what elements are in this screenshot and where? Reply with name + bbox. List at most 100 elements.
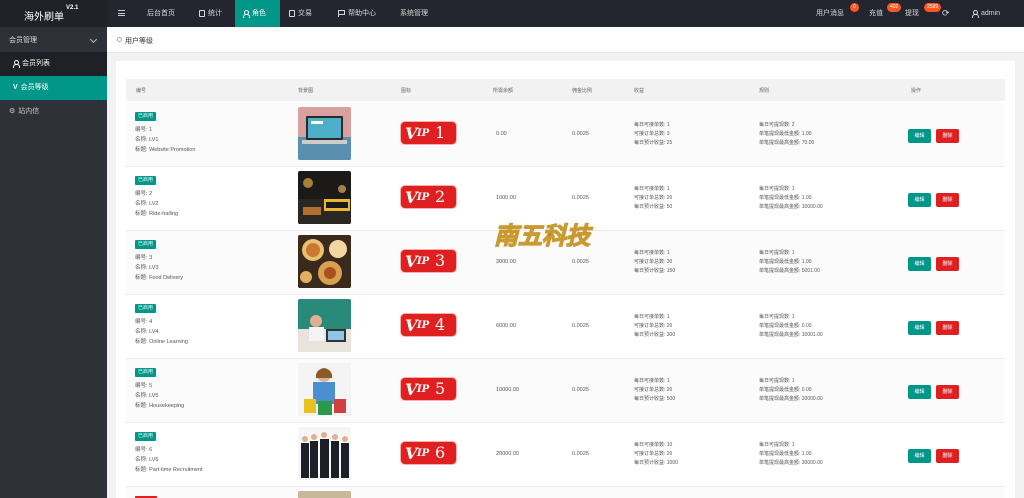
nav-home[interactable]: 后台首页 xyxy=(147,0,175,27)
income-daily-orders: 每日可接单数: 1 xyxy=(634,122,670,128)
edit-button[interactable]: 编辑 xyxy=(908,129,931,143)
row-id: 编号: 1 xyxy=(135,127,153,133)
sidebar-item-label: 站内信 xyxy=(18,108,40,115)
status-badge: 已启用 xyxy=(135,176,157,185)
delete-button[interactable]: 删除 xyxy=(936,193,959,207)
edit-button[interactable]: 编辑 xyxy=(908,257,931,271)
rule-daily-withdrawals: 每日可提现数: 1 xyxy=(759,250,795,256)
row-id: 编号: 5 xyxy=(135,383,153,389)
nav-system[interactable]: 系统管理 xyxy=(400,0,428,27)
rule-daily-withdrawals: 每日可提现数: 1 xyxy=(759,442,795,448)
income-daily-estimate: 每日预计收益: 300 xyxy=(634,332,676,338)
table-row: 已启用 编号: 4 名称: LV4 标题: Online Learning VI… xyxy=(126,295,1005,359)
delete-button[interactable]: 删除 xyxy=(936,385,959,399)
edit-button[interactable]: 编辑 xyxy=(908,385,931,399)
brand: 海外刷单 V2.1 xyxy=(0,0,107,27)
role-icon xyxy=(243,9,250,18)
status-badge: 已启用 xyxy=(135,432,157,441)
nav-messages[interactable]: 用户消息 xyxy=(816,0,844,27)
income-total-orders: 可接订单总数: 20 xyxy=(634,323,673,329)
background-thumbnail xyxy=(298,363,351,416)
commission-rate: 0.0025 xyxy=(572,323,589,329)
rule-daily-withdrawals: 每日可提现数: 1 xyxy=(759,186,795,192)
rule-daily-withdrawals: 每日可提现数: 1 xyxy=(759,378,795,384)
th-income: 收益 xyxy=(634,88,645,94)
nav-trade[interactable]: 交易 xyxy=(289,0,312,27)
trade-icon xyxy=(289,9,295,17)
income-daily-estimate: 每日预计收益: 1000 xyxy=(634,460,678,466)
row-id: 编号: 2 xyxy=(135,191,153,197)
income-daily-estimate: 每日预计收益: 25 xyxy=(634,140,673,146)
user-name: admin xyxy=(981,10,1001,17)
home-icon[interactable] xyxy=(117,37,122,42)
sidebar-group-members[interactable]: 会员管理 xyxy=(0,30,107,52)
required-balance: 3000.00 xyxy=(496,259,516,265)
th-rules: 规则 xyxy=(759,88,770,94)
income-daily-orders: 每日可接单数: 1 xyxy=(634,250,670,256)
row-title: 标题: Ride-hailing xyxy=(135,211,179,217)
level-table-panel: 编号 背景图 图标 所需余额 佣金比例 收益 规则 操作 已启用 编号: 1 名… xyxy=(116,61,1015,498)
background-thumbnail xyxy=(298,491,351,498)
th-actions: 操作 xyxy=(911,88,922,94)
row-name: 名称: LV3 xyxy=(135,265,159,271)
table-row xyxy=(126,487,1005,498)
income-daily-estimate: 每日预计收益: 50 xyxy=(634,204,673,210)
user-icon xyxy=(13,59,20,68)
edit-button[interactable]: 编辑 xyxy=(908,321,931,335)
vip-icon: V xyxy=(13,84,18,91)
background-thumbnail xyxy=(298,299,351,352)
income-total-orders: 可接订单总数: 3 xyxy=(634,131,670,137)
required-balance: 10000.00 xyxy=(496,387,519,393)
breadcrumb-current: 用户等级 xyxy=(125,38,153,45)
required-balance: 1000.00 xyxy=(496,195,516,201)
status-badge: 已启用 xyxy=(135,240,157,249)
vip-icon: V IP 6 xyxy=(401,442,456,464)
commission-rate: 0.0025 xyxy=(572,451,589,457)
income-daily-estimate: 每日预计收益: 500 xyxy=(634,396,676,402)
nav-role[interactable]: 角色 xyxy=(235,0,280,27)
sidebar-item-member-level[interactable]: V 会员等级 xyxy=(0,76,107,100)
delete-button[interactable]: 删除 xyxy=(936,257,959,271)
table-row: 已启用 编号: 5 名称: LV5 标题: Housekeeping V IP 5 … xyxy=(126,359,1005,423)
background-thumbnail xyxy=(298,107,351,160)
vip-icon: V IP 1 xyxy=(401,122,456,144)
income-daily-orders: 每日可接单数: 10 xyxy=(634,442,673,448)
row-title: 标题: Housekeeping xyxy=(135,403,185,409)
breadcrumb: 用户等级 xyxy=(107,27,1024,53)
delete-button[interactable]: 删除 xyxy=(936,321,959,335)
nav-recharge[interactable]: 充值 xyxy=(869,0,883,27)
user-menu[interactable]: admin xyxy=(972,0,1000,27)
refresh-icon[interactable]: ⟳ xyxy=(942,0,950,27)
rule-min-withdraw: 单笔提现最低金额: 1.00 xyxy=(759,451,812,457)
watermark-logo: 南五科技 xyxy=(493,220,593,250)
table-row: 已启用 编号: 1 名称: LV1 标题: Website Promotion … xyxy=(126,103,1005,167)
rule-max-withdraw: 单笔提现最高金额: 20000.00 xyxy=(759,396,823,402)
background-thumbnail xyxy=(298,171,351,224)
edit-button[interactable]: 编辑 xyxy=(908,193,931,207)
nav-recharge-label: 充值 xyxy=(869,10,883,17)
nav-system-label: 系统管理 xyxy=(400,10,428,17)
delete-button[interactable]: 删除 xyxy=(936,449,959,463)
sidebar-item-inbox[interactable]: ⚙ 站内信 xyxy=(0,100,107,124)
stats-icon xyxy=(199,9,205,17)
income-total-orders: 可接订单总数: 20 xyxy=(634,195,673,201)
row-title: 标题: Food Delivery xyxy=(135,275,183,281)
menu-toggle-icon[interactable] xyxy=(118,0,125,27)
nav-stats[interactable]: 统计 xyxy=(199,0,222,27)
income-daily-estimate: 每日预计收益: 150 xyxy=(634,268,676,274)
vip-icon: V IP 5 xyxy=(401,378,456,400)
edit-button[interactable]: 编辑 xyxy=(908,449,931,463)
row-name: 名称: LV2 xyxy=(135,201,159,207)
sidebar-item-member-list[interactable]: 会员列表 xyxy=(0,52,107,76)
row-title: 标题: Website Promotion xyxy=(135,147,196,153)
row-id: 编号: 6 xyxy=(135,447,153,453)
flag-icon xyxy=(338,9,345,17)
brand-name: 海外刷单 xyxy=(24,12,64,23)
th-id: 编号 xyxy=(136,88,147,94)
brand-version: V2.1 xyxy=(66,5,79,11)
nav-help[interactable]: 帮助中心 xyxy=(338,0,376,27)
recharge-badge: 402 xyxy=(887,3,902,12)
rule-min-withdraw: 单笔提现最低金额: 1.00 xyxy=(759,259,812,265)
delete-button[interactable]: 删除 xyxy=(936,129,959,143)
nav-withdraw[interactable]: 提现 xyxy=(905,0,919,27)
